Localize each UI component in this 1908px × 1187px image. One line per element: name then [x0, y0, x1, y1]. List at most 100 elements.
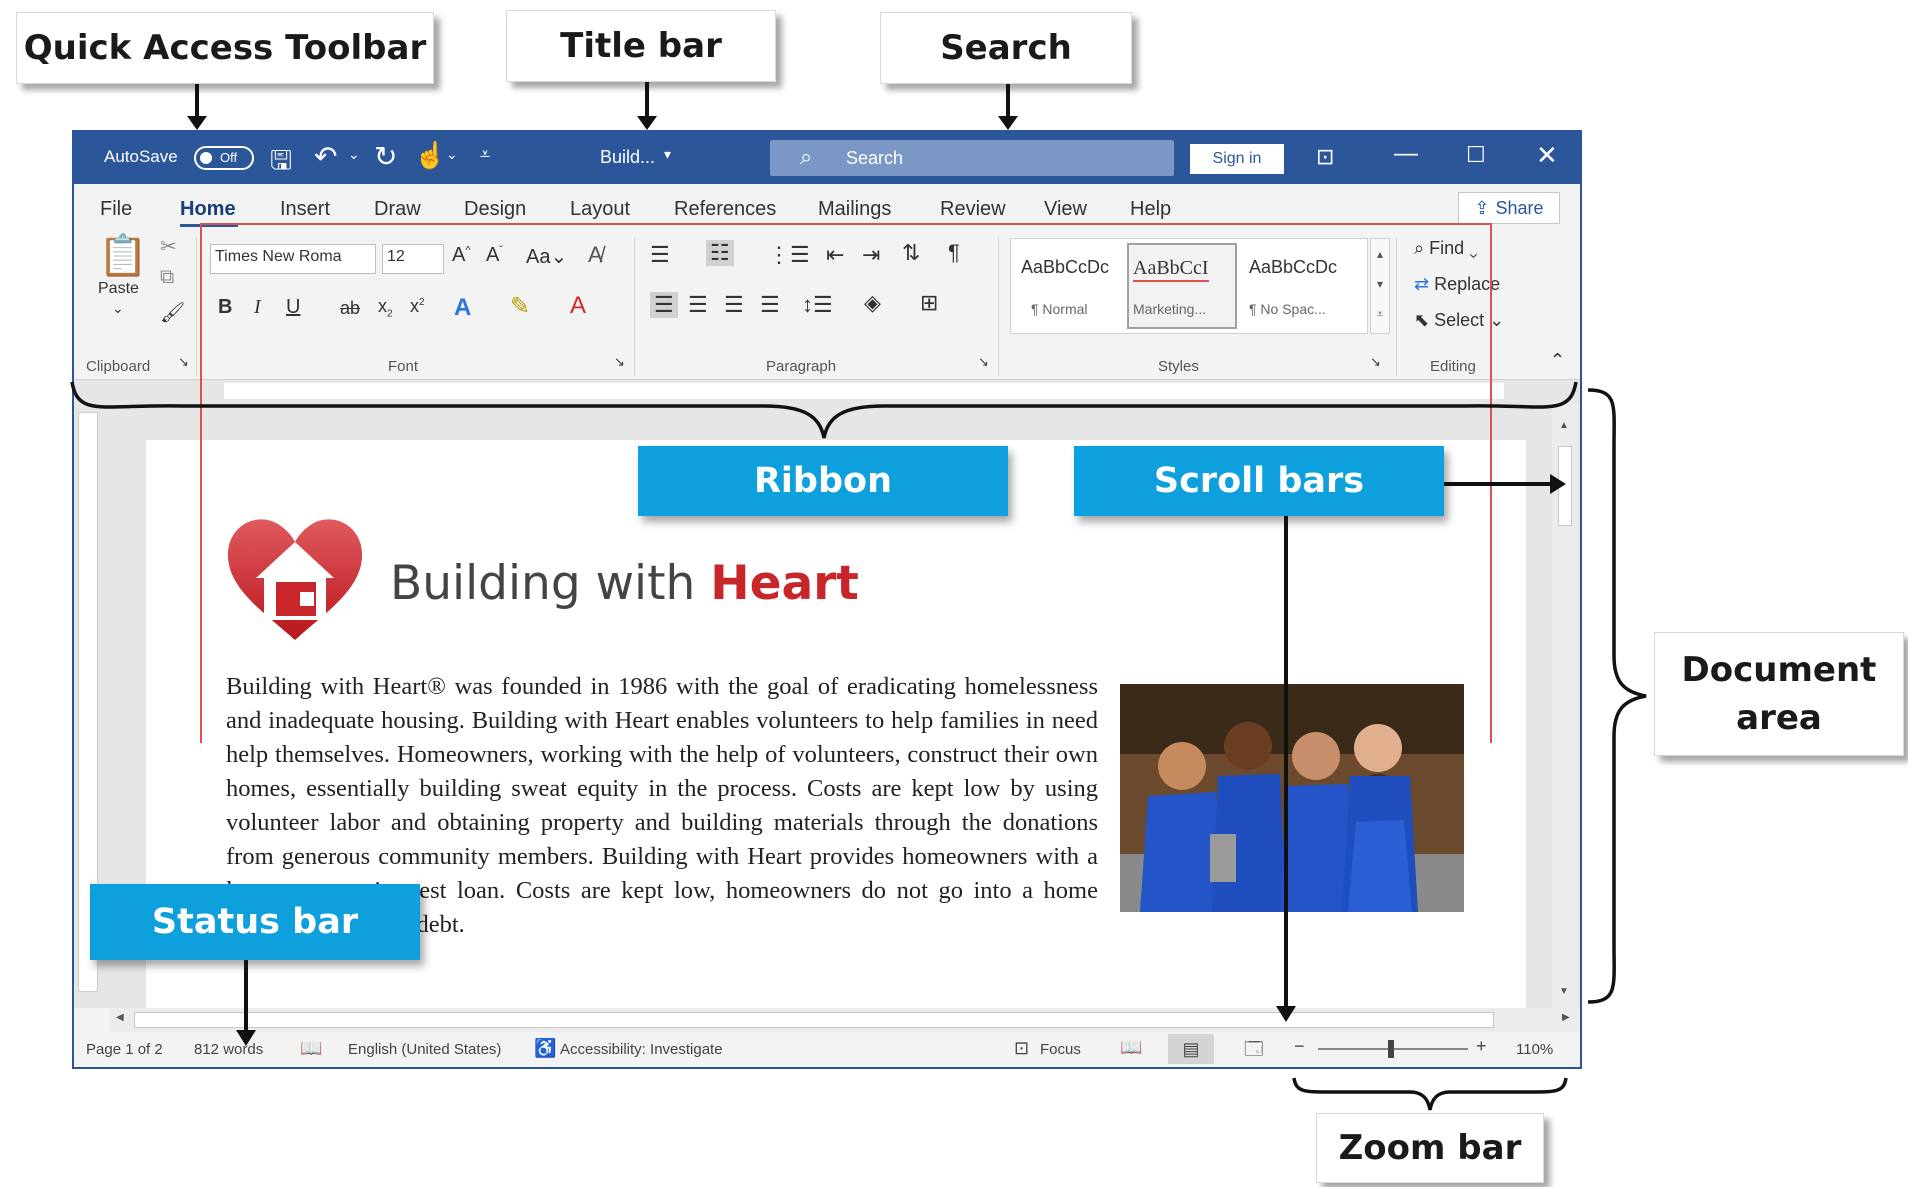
callout-document-area-line2: area	[1736, 698, 1822, 738]
ribbon-separator	[196, 238, 197, 376]
tab-file[interactable]: File	[100, 198, 132, 221]
zoom-out-icon[interactable]: −	[1294, 1036, 1305, 1057]
callout-scroll-bars: Scroll bars	[1074, 446, 1444, 516]
arrow-status-bar-lower	[244, 988, 248, 1032]
arrowhead-scroll-down	[1276, 1006, 1296, 1022]
autosave-label: AutoSave	[104, 147, 178, 166]
arrowhead-scroll-right	[1550, 474, 1566, 494]
zoom-in-icon[interactable]: +	[1476, 1036, 1487, 1057]
document-heading: Building with Heart	[390, 556, 859, 611]
heart-house-logo	[227, 519, 363, 640]
focus-icon[interactable]: ⊡	[1014, 1038, 1029, 1059]
ribbon-display-icon[interactable]: ⊡	[1316, 144, 1334, 170]
save-icon[interactable]: 🖫	[270, 142, 292, 186]
format-painter-icon[interactable]: 🖌	[160, 300, 185, 325]
callout-document-area: Document area	[1654, 632, 1904, 756]
callout-quick-access-toolbar-label: Quick Access Toolbar	[23, 28, 427, 68]
title-bar: AutoSave Off 🖫 ↶ ⌄ ↻ ☝ ⌄ ⩡ Build... ▾ ⌕ …	[74, 132, 1580, 184]
volunteers-photo	[1120, 684, 1464, 912]
callout-status-bar-label: Status bar	[151, 902, 359, 942]
zoom-bar-brace	[1292, 1077, 1568, 1111]
paste-dropdown-icon[interactable]: ⌄	[112, 300, 124, 317]
tab-view[interactable]: View	[1044, 198, 1087, 221]
accessibility-status[interactable]: Accessibility: Investigate	[560, 1041, 723, 1058]
callout-search-label: Search	[940, 28, 1072, 68]
minimize-icon[interactable]: —	[1394, 140, 1418, 168]
arrow-title-bar	[645, 82, 649, 120]
scroll-left-icon[interactable]: ◀	[116, 1012, 124, 1023]
callout-status-bar: Status bar	[90, 884, 420, 960]
read-mode-icon[interactable]: 📖	[1120, 1037, 1142, 1058]
callout-ribbon-label: Ribbon	[753, 461, 893, 501]
language[interactable]: English (United States)	[348, 1041, 501, 1058]
undo-icon[interactable]: ↶	[314, 140, 337, 173]
title-dropdown-icon[interactable]: ▾	[664, 146, 671, 163]
tab-home[interactable]: Home	[180, 198, 236, 221]
share-icon: ⇪	[1474, 197, 1490, 218]
copy-icon[interactable]: ⧉	[160, 266, 174, 289]
redo-icon[interactable]: ↻	[374, 140, 397, 173]
sign-in-button[interactable]: Sign in	[1190, 144, 1284, 174]
callout-scroll-bars-label: Scroll bars	[1153, 461, 1365, 501]
arrow-quick-access	[195, 84, 199, 120]
callout-zoom-bar-label: Zoom bar	[1338, 1128, 1522, 1168]
callout-ribbon: Ribbon	[638, 446, 1008, 516]
autosave-toggle[interactable]: Off	[194, 146, 254, 170]
callout-zoom-bar: Zoom bar	[1316, 1113, 1544, 1183]
web-layout-icon[interactable]: 🗔	[1244, 1037, 1264, 1067]
arrow-scroll-right	[1444, 482, 1552, 486]
tab-mailings[interactable]: Mailings	[818, 198, 891, 221]
customize-qat-icon[interactable]: ⩡	[480, 144, 490, 165]
zoom-slider-thumb[interactable]	[1388, 1040, 1394, 1058]
sign-in-label: Sign in	[1212, 150, 1262, 167]
undo-dropdown-icon[interactable]: ⌄	[348, 146, 360, 163]
callout-search: Search	[880, 12, 1132, 84]
close-icon[interactable]: ✕	[1536, 140, 1558, 171]
callout-document-area-line1: Document	[1681, 650, 1877, 690]
document-title[interactable]: Build...	[600, 147, 655, 168]
autosave-state: Off	[220, 150, 238, 165]
clipboard-launcher-icon[interactable]: ↘	[178, 354, 189, 370]
arrowhead-status-bar	[236, 1030, 256, 1046]
touch-dropdown-icon[interactable]: ⌄	[446, 146, 458, 163]
cut-icon[interactable]: ✂	[160, 234, 177, 259]
tab-insert[interactable]: Insert	[280, 198, 330, 221]
callout-title-bar-label: Title bar	[560, 26, 722, 66]
arrowhead-search	[998, 116, 1018, 130]
scroll-right-icon[interactable]: ▶	[1562, 1012, 1570, 1023]
clipboard-group-label: Clipboard	[86, 358, 151, 375]
tab-references[interactable]: References	[674, 198, 776, 221]
search-box[interactable]: ⌕ Search	[770, 140, 1174, 176]
arrow-scroll-down	[1284, 516, 1288, 1010]
focus-label[interactable]: Focus	[1040, 1041, 1081, 1058]
arrow-search	[1006, 84, 1010, 120]
arrowhead-title-bar	[637, 116, 657, 130]
paste-label[interactable]: Paste	[98, 280, 139, 298]
page-count[interactable]: Page 1 of 2	[86, 1041, 163, 1058]
zoom-level[interactable]: 110%	[1516, 1041, 1553, 1058]
callout-quick-access-toolbar: Quick Access Toolbar	[16, 12, 434, 84]
touch-mode-icon[interactable]: ☝	[414, 140, 446, 171]
search-placeholder: Search	[846, 148, 904, 168]
tab-draw[interactable]: Draw	[374, 198, 421, 221]
search-icon: ⌕	[800, 144, 813, 169]
arrowhead-quick-access	[187, 116, 207, 130]
collapse-ribbon-icon[interactable]: ⌃	[1550, 350, 1565, 371]
scroll-down-icon[interactable]: ▼	[1559, 986, 1569, 997]
print-layout-button[interactable]: ▤	[1168, 1034, 1214, 1064]
document-area-brace	[1587, 388, 1647, 1004]
paste-icon[interactable]: 📋	[98, 232, 148, 279]
share-button[interactable]: ⇪ Share	[1458, 192, 1560, 224]
tab-review[interactable]: Review	[940, 198, 1006, 221]
arrow-status-bar	[244, 960, 248, 990]
share-label: Share	[1495, 197, 1544, 218]
ribbon-brace	[70, 381, 1578, 439]
horizontal-scrollbar[interactable]: ◀ ▶	[110, 1008, 1580, 1032]
maximize-icon[interactable]: ☐	[1466, 142, 1486, 168]
tab-layout[interactable]: Layout	[570, 198, 630, 221]
tab-design[interactable]: Design	[464, 198, 526, 221]
heading-bold: Heart	[710, 556, 859, 611]
tab-help[interactable]: Help	[1130, 198, 1171, 221]
accessibility-icon[interactable]: ♿	[534, 1038, 556, 1059]
proofing-icon[interactable]: 📖	[300, 1038, 322, 1059]
